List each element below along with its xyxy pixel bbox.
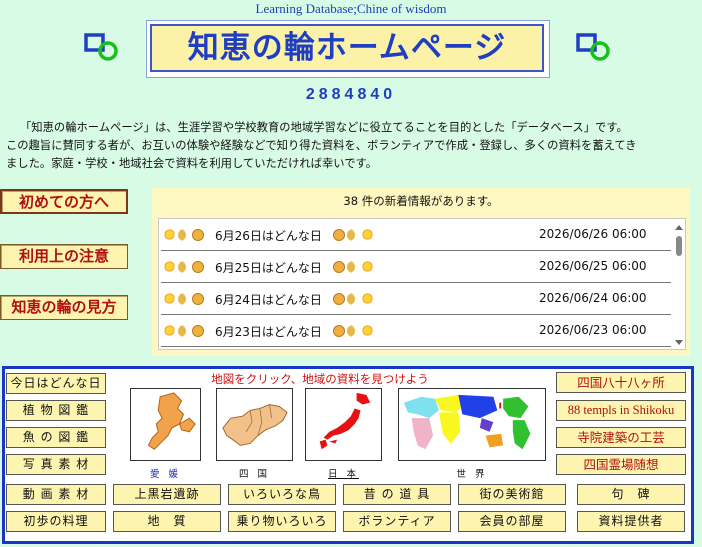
news-date: 2026/06/24 06:00 (539, 291, 647, 305)
weather-icons (333, 323, 376, 337)
news-item[interactable]: 6月26日はどんな日 2026/06/26 06:00 (161, 219, 671, 251)
contributors-button[interactable]: 資料提供者 (577, 511, 685, 532)
news-item[interactable]: 6月25日はどんな日 2026/06/25 06:00 (161, 251, 671, 283)
moon-icon (347, 324, 359, 337)
intro-text: 「知恵の輪ホームページ」は、生涯学習や学校教育の地域学習などに役立てることを目的… (6, 119, 696, 173)
members-room-button[interactable]: 会員の部屋 (458, 511, 566, 532)
temple-craft-button[interactable]: 寺院建築の工芸 (556, 427, 686, 448)
site-logo[interactable]: 知恵の輪ホームページ (150, 24, 544, 72)
tagline: Learning Database;Chine of wisdom (255, 1, 447, 16)
intro-line: 「知恵の輪ホームページ」は、生涯学習や学校教育の地域学習などに役立てることを目的… (20, 121, 628, 134)
volunteer-button[interactable]: ボランティア (343, 511, 451, 532)
shikoku-label[interactable]: 四 国 (216, 466, 293, 480)
sun-icon (163, 292, 176, 305)
news-date: 2026/06/26 06:00 (539, 227, 647, 241)
japan-label[interactable]: 日 本 (305, 466, 382, 480)
videos-button[interactable]: 動 画 素 材 (6, 484, 106, 505)
sun-icon (361, 292, 374, 305)
ehime-label[interactable]: 愛 媛 (130, 466, 201, 480)
news-scrollbar[interactable] (673, 222, 685, 348)
weather-icons (163, 259, 206, 273)
face-icon (333, 292, 345, 305)
plants-button[interactable]: 植 物 図 鑑 (6, 400, 106, 421)
shikoku-map[interactable] (216, 388, 293, 461)
news-title[interactable]: 6月26日はどんな日 (215, 227, 322, 244)
face-icon (192, 324, 204, 337)
intro-line: この趣旨に賛同する者が、お互いの体験や経験などで知り得た資料を、ボランティアで作… (6, 139, 637, 152)
usage-notes-button[interactable]: 利用上の注意 (0, 244, 128, 269)
moon-icon (178, 260, 190, 273)
today-button[interactable]: 今日はどんな日 (6, 373, 106, 394)
temples-english-button[interactable]: 88 templs in Shikoku (556, 400, 686, 421)
face-icon (192, 292, 204, 305)
intro-line: ました。家庭・学校・地域社会で資料を利用していただければ幸いです。 (6, 157, 377, 170)
news-title[interactable]: 6月23日はどんな日 (215, 323, 322, 340)
geology-button[interactable]: 地 質 (113, 511, 221, 532)
world-label[interactable]: 世 界 (398, 466, 546, 480)
face-icon (333, 228, 345, 241)
vehicles-button[interactable]: 乗り物いろいろ (228, 511, 336, 532)
scroll-thumb (676, 236, 682, 256)
moon-icon (178, 324, 190, 337)
town-museum-button[interactable]: 街の美術館 (458, 484, 566, 505)
pilgrimage-essay-button[interactable]: 四国霊場随想 (556, 454, 686, 475)
how-to-view-button[interactable]: 知恵の輪の見方 (0, 295, 128, 320)
japan-map[interactable] (305, 388, 382, 461)
world-map[interactable] (398, 388, 546, 461)
news-item[interactable]: 6月24日はどんな日 2026/06/24 06:00 (161, 283, 671, 315)
news-item[interactable]: 6月23日はどんな日 2026/06/23 06:00 (161, 315, 671, 347)
weather-icons (163, 291, 206, 305)
face-icon (333, 324, 345, 337)
news-date: 2026/06/25 06:00 (539, 259, 647, 273)
sun-icon (163, 260, 176, 273)
weather-icons (333, 291, 376, 305)
moon-icon (178, 292, 190, 305)
photos-button[interactable]: 写 真 素 材 (6, 454, 106, 475)
sun-icon (163, 324, 176, 337)
sun-icon (361, 228, 374, 241)
cooking-button[interactable]: 初歩の料理 (6, 511, 106, 532)
haiku-monument-button[interactable]: 句 碑 (577, 484, 685, 505)
news-title[interactable]: 6月24日はどんな日 (215, 291, 322, 308)
sun-icon (361, 260, 374, 273)
birds-button[interactable]: いろいろな鳥 (228, 484, 336, 505)
news-count: 38 件の新着情報があります。 (343, 194, 499, 208)
chain-rings-icon (84, 33, 118, 61)
face-icon (192, 260, 204, 273)
news-date: 2026/06/23 06:00 (539, 323, 647, 337)
fish-button[interactable]: 魚 の 図 鑑 (6, 427, 106, 448)
ehime-map[interactable] (130, 388, 201, 461)
sun-icon (361, 324, 374, 337)
moon-icon (178, 228, 190, 241)
weather-icons (333, 259, 376, 273)
chain-rings-icon (576, 33, 610, 61)
weather-icons (163, 227, 206, 241)
scroll-down-icon (675, 340, 683, 345)
news-title[interactable]: 6月25日はどんな日 (215, 259, 322, 276)
sun-icon (163, 228, 176, 241)
map-title: 地図をクリック、地域の資料を見つけよう (211, 372, 429, 386)
scroll-up-icon (675, 225, 683, 230)
moon-icon (347, 260, 359, 273)
weather-icons (163, 323, 206, 337)
weather-icons (333, 227, 376, 241)
kamikuroiwa-button[interactable]: 上黒岩遺跡 (113, 484, 221, 505)
news-list[interactable]: 6月26日はどんな日 2026/06/26 06:00 6月25日はどんな日 2… (158, 218, 686, 350)
visitor-counter: 2884840 (305, 86, 397, 103)
old-tools-button[interactable]: 昔 の 道 具 (343, 484, 451, 505)
face-icon (192, 228, 204, 241)
moon-icon (347, 228, 359, 241)
henro-88-button[interactable]: 四国八十八ヶ所 (556, 372, 686, 393)
face-icon (333, 260, 345, 273)
moon-icon (347, 292, 359, 305)
first-time-button[interactable]: 初めての方へ (0, 189, 128, 214)
